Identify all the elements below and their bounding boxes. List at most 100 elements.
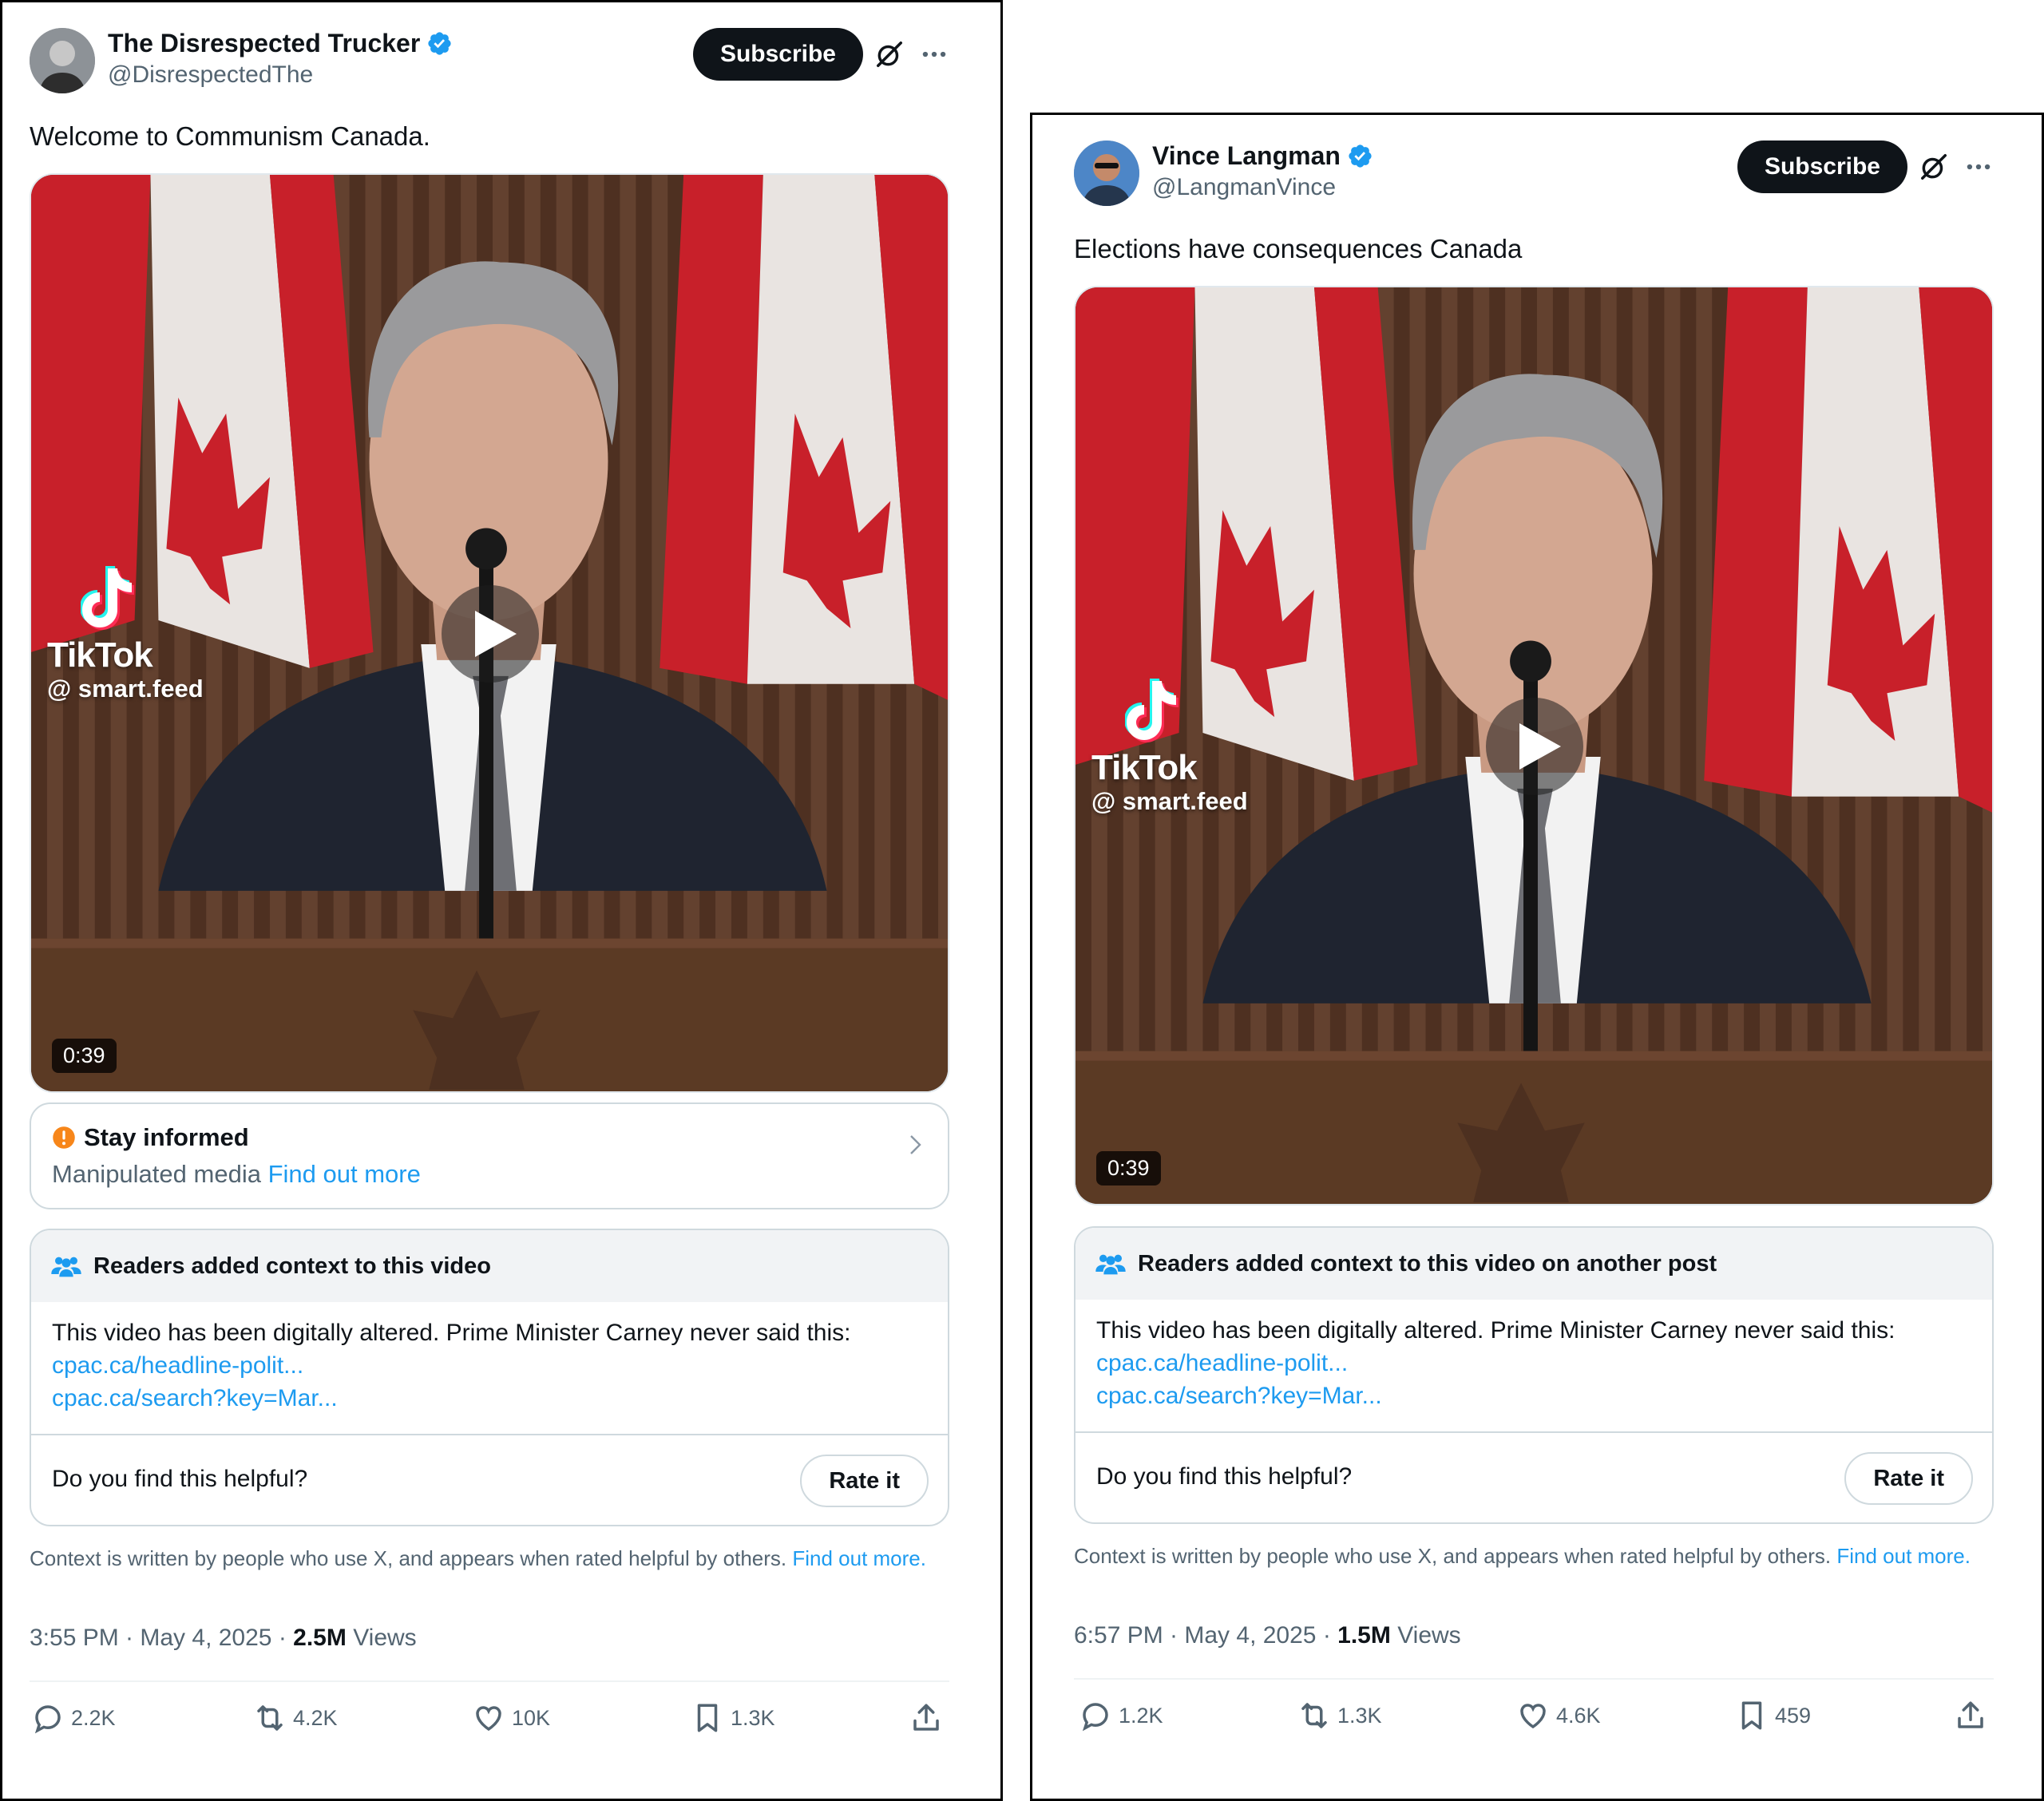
share-icon[interactable] <box>909 1701 943 1735</box>
community-note-body: This video has been digitally altered. P… <box>31 1302 948 1435</box>
tiktok-logo-icon <box>81 562 145 632</box>
avatar[interactable] <box>1074 141 1139 206</box>
like-count: 10K <box>512 1705 551 1730</box>
author-handle[interactable]: @DisrespectedThe <box>108 61 313 89</box>
tiktok-handle: @ smart.feed <box>47 675 204 703</box>
more-options-icon[interactable] <box>919 39 949 69</box>
action-bar: 2.2K 4.2K 10K 1.3K <box>30 1682 949 1762</box>
reply-button[interactable]: 1.2K <box>1079 1699 1163 1732</box>
tweet-meta: 3:55 PM · May 4, 2025 · 2.5M Views <box>30 1625 949 1652</box>
stay-informed-title: Stay informed <box>52 1123 249 1152</box>
context-disclaimer: Context is written by people who use X, … <box>30 1546 949 1572</box>
views-count: 2.5M <box>293 1625 347 1651</box>
tweet: The Disrespected Trucker @DisrespectedTh… <box>30 25 949 1762</box>
reply-count: 2.2K <box>71 1705 116 1730</box>
tiktok-name: TikTok <box>47 635 153 675</box>
author-name-row: Vince Langman <box>1152 141 1373 171</box>
author-name[interactable]: Vince Langman <box>1152 141 1341 171</box>
note-link-2[interactable]: cpac.ca/search?key=Mar... <box>52 1382 927 1415</box>
bookmark-count: 1.3K <box>731 1705 775 1730</box>
rate-it-button[interactable]: Rate it <box>1844 1452 1973 1505</box>
people-icon <box>50 1253 82 1279</box>
bookmark-button[interactable]: 459 <box>1735 1699 1811 1732</box>
bookmark-icon <box>691 1701 724 1735</box>
author-name-row: The Disrespected Trucker <box>108 29 453 58</box>
tweet-meta: 6:57 PM · May 4, 2025 · 1.5M Views <box>1074 1622 1994 1649</box>
manipulated-media-label: Manipulated media <box>52 1160 261 1188</box>
stay-informed-banner[interactable]: Stay informed Manipulated media Find out… <box>30 1102 949 1209</box>
avatar[interactable] <box>30 28 95 93</box>
like-count: 4.6K <box>1556 1703 1601 1728</box>
context-find-out-more-link[interactable]: Find out more. <box>792 1546 926 1570</box>
note-link-2[interactable]: cpac.ca/search?key=Mar... <box>1096 1379 1971 1412</box>
views-label: Views <box>1390 1622 1461 1649</box>
community-notes-title: Readers added context to this video <box>93 1253 491 1279</box>
community-notes-header: Readers added context to this video on a… <box>1075 1228 1992 1300</box>
post-panel-vince-langman: Vince Langman @LangmanVince Subscribe El… <box>1030 113 2044 1801</box>
more-options-icon[interactable] <box>1963 152 1994 182</box>
note-link-1[interactable]: cpac.ca/headline-polit... <box>52 1349 927 1382</box>
tweet-text: Welcome to Communism Canada. <box>30 121 430 151</box>
community-note-body: This video has been digitally altered. P… <box>1075 1300 1992 1433</box>
stay-informed-label: Stay informed <box>84 1123 249 1151</box>
community-notes-card: Readers added context to this video on a… <box>1074 1226 1994 1524</box>
community-notes-card: Readers added context to this video This… <box>30 1229 949 1526</box>
reply-button[interactable]: 2.2K <box>31 1701 116 1735</box>
action-bar: 1.2K 1.3K 4.6K 459 <box>1074 1680 1994 1759</box>
context-disclaimer-text: Context is written by people who use X, … <box>30 1546 787 1570</box>
repost-button[interactable]: 4.2K <box>253 1701 338 1735</box>
reply-icon <box>31 1701 65 1735</box>
community-notes-header: Readers added context to this video <box>31 1230 948 1302</box>
helpful-question: Do you find this helpful? <box>52 1466 308 1492</box>
tiktok-handle: @ smart.feed <box>1091 787 1248 815</box>
people-icon <box>1095 1251 1127 1277</box>
grok-icon[interactable] <box>1919 152 1949 182</box>
heart-icon <box>1516 1699 1550 1732</box>
helpful-question: Do you find this helpful? <box>1096 1463 1353 1490</box>
video-player[interactable]: TikTok @ smart.feed 0:39 <box>1074 286 1994 1205</box>
author-name[interactable]: The Disrespected Trucker <box>108 29 420 58</box>
rate-it-button[interactable]: Rate it <box>800 1455 929 1507</box>
chevron-right-icon <box>910 1135 921 1154</box>
reply-icon <box>1079 1699 1112 1732</box>
video-duration: 0:39 <box>52 1039 117 1073</box>
tweet-timestamp[interactable]: 3:55 PM · May 4, 2025 · <box>30 1625 293 1651</box>
like-button[interactable]: 4.6K <box>1516 1699 1601 1732</box>
grok-icon[interactable] <box>874 39 905 69</box>
tiktok-watermark: TikTok @ smart.feed <box>1091 675 1248 816</box>
manipulated-media-line: Manipulated media Find out more <box>52 1160 421 1189</box>
repost-count: 4.2K <box>293 1705 338 1730</box>
video-player[interactable]: TikTok @ smart.feed 0:39 <box>30 173 949 1093</box>
play-icon <box>1515 722 1563 771</box>
author-handle[interactable]: @LangmanVince <box>1152 174 1336 201</box>
context-disclaimer-text: Context is written by people who use X, … <box>1074 1544 1832 1568</box>
helpful-row: Do you find this helpful? Rate it <box>1075 1433 1992 1522</box>
bookmark-button[interactable]: 1.3K <box>691 1701 775 1735</box>
community-notes-title: Readers added context to this video on a… <box>1138 1250 1717 1277</box>
heart-icon <box>472 1701 505 1735</box>
views-label: Views <box>346 1625 417 1651</box>
repost-count: 1.3K <box>1337 1703 1382 1728</box>
bookmark-count: 459 <box>1775 1703 1812 1728</box>
tiktok-watermark: TikTok @ smart.feed <box>47 562 204 703</box>
play-button[interactable] <box>1486 698 1583 795</box>
repost-button[interactable]: 1.3K <box>1297 1699 1382 1732</box>
play-button[interactable] <box>442 585 539 683</box>
share-icon[interactable] <box>1954 1699 1987 1732</box>
tiktok-name: TikTok <box>1091 748 1198 787</box>
context-find-out-more-link[interactable]: Find out more. <box>1836 1544 1971 1568</box>
tweet-header: The Disrespected Trucker @DisrespectedTh… <box>30 25 949 97</box>
helpful-row: Do you find this helpful? Rate it <box>31 1435 948 1525</box>
tweet: Vince Langman @LangmanVince Subscribe El… <box>1074 137 1994 1759</box>
subscribe-button[interactable]: Subscribe <box>692 28 863 81</box>
subscribe-button[interactable]: Subscribe <box>1737 141 1907 193</box>
find-out-more-link[interactable]: Find out more <box>268 1160 421 1188</box>
reply-count: 1.2K <box>1119 1703 1163 1728</box>
tweet-timestamp[interactable]: 6:57 PM · May 4, 2025 · <box>1074 1622 1337 1649</box>
video-duration: 0:39 <box>1096 1151 1161 1185</box>
bookmark-icon <box>1735 1699 1769 1732</box>
note-link-1[interactable]: cpac.ca/headline-polit... <box>1096 1347 1971 1379</box>
views-count: 1.5M <box>1337 1622 1391 1649</box>
tweet-header: Vince Langman @LangmanVince Subscribe <box>1074 137 1994 209</box>
like-button[interactable]: 10K <box>472 1701 550 1735</box>
